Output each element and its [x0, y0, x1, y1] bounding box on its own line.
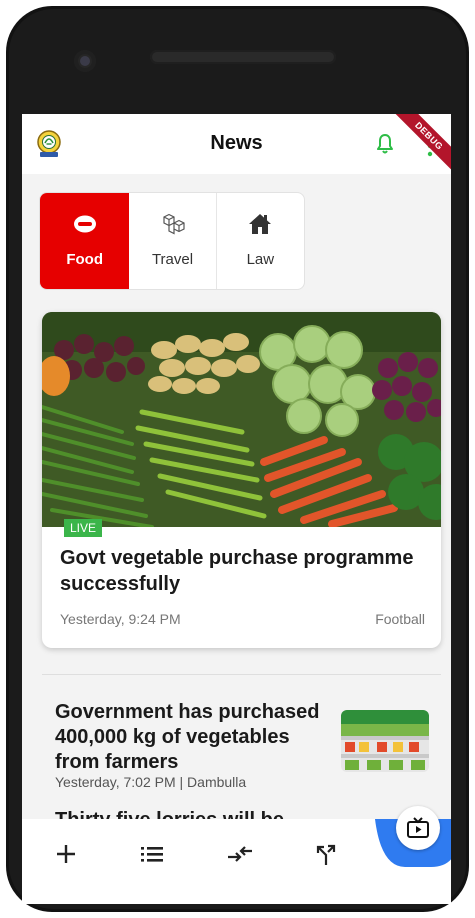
- tab-law-label: Law: [246, 251, 275, 268]
- featured-timestamp: Yesterday, 9:24 PM: [60, 611, 181, 627]
- phone-frame: News DEBUG Food Travel Law LIVE Govt veg…: [0, 0, 475, 918]
- tab-food-label: Food: [66, 251, 103, 268]
- tab-law[interactable]: Law: [217, 193, 304, 289]
- tab-travel[interactable]: Travel: [129, 193, 217, 289]
- category-tabs: Food Travel Law: [39, 192, 305, 290]
- news-item-headline[interactable]: Government has purchased 400,000 kg of v…: [55, 700, 335, 775]
- tab-food[interactable]: Food: [40, 193, 130, 289]
- vegetables-image: [42, 312, 441, 527]
- list-icon[interactable]: [136, 839, 168, 869]
- front-camera: [74, 50, 96, 72]
- live-badge: LIVE: [64, 519, 103, 537]
- live-tv-button[interactable]: [396, 806, 440, 850]
- food-bowl-icon: [73, 215, 96, 233]
- travel-cubes-icon: [162, 213, 185, 235]
- merge-arrows-icon[interactable]: [310, 839, 342, 869]
- tab-travel-label: Travel: [151, 251, 194, 268]
- home-icon: [249, 214, 272, 234]
- featured-category: Football: [375, 611, 425, 627]
- earpiece-speaker: [150, 50, 336, 64]
- news-item-meta: Yesterday, 7:02 PM | Dambulla: [55, 774, 247, 790]
- featured-headline: Govt vegetable purchase programme succes…: [60, 547, 414, 595]
- market-thumbnail-image[interactable]: [341, 710, 429, 772]
- live-tv-icon: [407, 817, 429, 838]
- app-bar: News DEBUG: [22, 114, 451, 178]
- add-icon[interactable]: [50, 839, 82, 869]
- notification-bell-icon[interactable]: [373, 132, 397, 156]
- compare-arrows-icon[interactable]: [224, 839, 256, 869]
- featured-news-card[interactable]: LIVE Govt vegetable purchase programme s…: [42, 312, 441, 648]
- section-divider: [42, 674, 441, 675]
- app-screen: News DEBUG Food Travel Law LIVE Govt veg…: [22, 114, 451, 904]
